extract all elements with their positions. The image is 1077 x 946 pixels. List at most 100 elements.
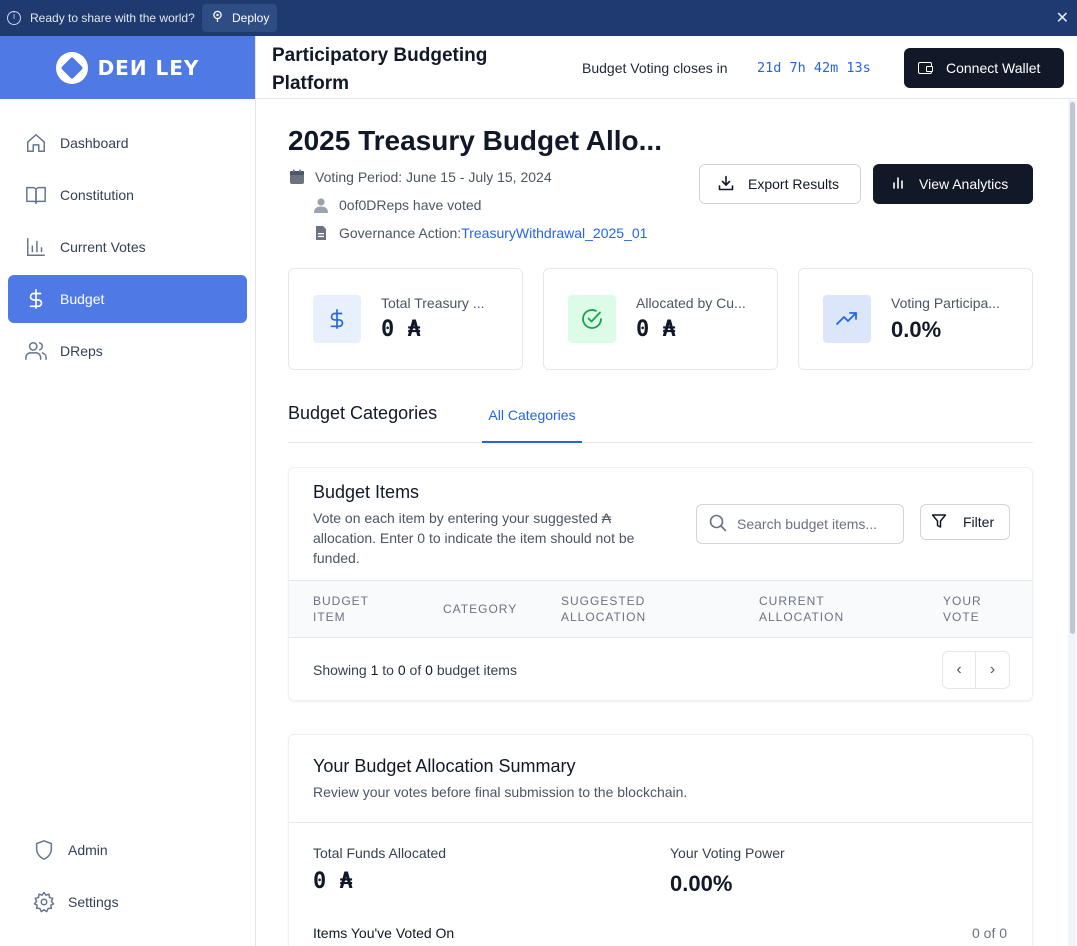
- deploy-label: Deploy: [232, 11, 270, 25]
- showing-of-word: of: [409, 662, 422, 678]
- gear-icon: [32, 890, 56, 914]
- sidebar-item-label: Dashboard: [60, 135, 129, 151]
- funds-allocated-label: Total Funds Allocated: [313, 845, 447, 861]
- column-header-category[interactable]: CATEGORY: [443, 601, 533, 617]
- showing-suffix: budget items: [436, 662, 517, 678]
- brand-logo[interactable]: DEИ LEY: [0, 36, 255, 99]
- document-icon: [313, 225, 329, 241]
- filter-icon: [931, 513, 963, 532]
- column-header-budget-item[interactable]: BUDGET ITEM: [313, 593, 393, 625]
- info-icon: i: [7, 11, 21, 25]
- showing-to: 0: [397, 662, 406, 678]
- pagination-controls: ‹ ›: [942, 651, 1010, 689]
- items-voted-label: Items You've Voted On: [313, 925, 455, 941]
- deploy-button[interactable]: Deploy: [202, 4, 277, 32]
- top-header: Participatory Budgeting Platform Budget …: [256, 36, 1077, 99]
- column-header-suggested-allocation[interactable]: SUGGESTED ALLOCATION: [561, 593, 671, 625]
- dreps-voted: 0of0DReps have voted: [313, 197, 481, 213]
- tab-all-categories[interactable]: All Categories: [482, 397, 582, 443]
- sidebar-item-constitution[interactable]: Constitution: [8, 171, 247, 219]
- calendar-icon: [289, 169, 305, 185]
- chevron-left-icon[interactable]: ‹: [943, 652, 976, 688]
- showing-from: 1: [370, 662, 379, 678]
- stat-card-participation: Voting Participa... 0.0%: [798, 268, 1033, 370]
- export-results-label: Export Results: [748, 176, 840, 192]
- voting-countdown: 21d 7h 42m 13s: [757, 60, 871, 76]
- showing-total: 0: [425, 662, 433, 678]
- stat-value: 0 ₳: [381, 317, 421, 342]
- budget-items-title: Budget Items: [313, 482, 420, 502]
- sidebar-item-admin[interactable]: Admin: [16, 826, 247, 874]
- filter-label: Filter: [963, 514, 995, 530]
- sidebar-item-current-votes[interactable]: Current Votes: [8, 223, 247, 271]
- sidebar-item-budget[interactable]: Budget: [8, 275, 247, 323]
- pin-icon: [212, 10, 223, 26]
- close-icon[interactable]: ✕: [1056, 8, 1069, 27]
- sidebar-item-label: Admin: [68, 842, 108, 858]
- column-header-your-vote[interactable]: YOUR VOTE: [943, 593, 1003, 625]
- column-header-current-allocation[interactable]: CURRENT ALLOCATION: [759, 593, 869, 625]
- sidebar: DEИ LEY Dashboard Constitution Current V…: [0, 36, 256, 946]
- showing-prefix: Showing: [313, 662, 367, 678]
- export-results-button[interactable]: Export Results: [699, 164, 861, 204]
- stat-value: 0.0%: [891, 317, 942, 342]
- logo-text: DEИ LEY: [97, 55, 200, 80]
- check-circle-icon: [568, 295, 616, 343]
- category-tabs: Budget Categories All Categories: [288, 397, 1033, 443]
- dollar-icon: [313, 295, 361, 343]
- sidebar-bottom-nav: Admin Settings: [16, 826, 247, 930]
- voting-period-text: Voting Period: June 15 - July 15, 2024: [315, 169, 552, 185]
- sidebar-item-label: DReps: [60, 343, 103, 359]
- stat-label: Total Treasury ...: [381, 295, 485, 311]
- banner-message: Ready to share with the world?: [30, 11, 195, 25]
- sidebar-item-label: Constitution: [60, 187, 134, 203]
- table-header: BUDGET ITEM CATEGORY SUGGESTED ALLOCATIO…: [289, 580, 1032, 638]
- home-icon: [24, 131, 48, 155]
- view-analytics-label: View Analytics: [919, 176, 1009, 192]
- stat-card-total-treasury: Total Treasury ... 0 ₳: [288, 268, 523, 370]
- sidebar-item-label: Budget: [60, 291, 105, 307]
- bar-chart-icon: [24, 235, 48, 259]
- budget-categories-label: Budget Categories: [288, 403, 438, 423]
- governance-action-link[interactable]: TreasuryWithdrawal_2025_01: [461, 225, 647, 241]
- shield-icon: [32, 838, 56, 862]
- stat-label: Allocated by Cu...: [636, 295, 746, 311]
- logo-icon: [55, 51, 88, 84]
- showing-to-word: to: [382, 662, 394, 678]
- connect-wallet-label: Connect Wallet: [946, 60, 1041, 76]
- governance-action-label: Governance Action:: [339, 225, 462, 241]
- main-content: 2025 Treasury Budget Allo... Voting Peri…: [256, 99, 1066, 946]
- sidebar-item-dashboard[interactable]: Dashboard: [8, 119, 247, 167]
- user-icon: [313, 197, 329, 213]
- voting-period: Voting Period: June 15 - July 15, 2024: [289, 169, 552, 185]
- users-icon: [24, 339, 48, 363]
- divider: [289, 822, 1032, 823]
- sidebar-item-label: Current Votes: [60, 239, 146, 255]
- items-voted-value: 0 of 0: [972, 925, 1008, 941]
- analytics-icon: [891, 176, 919, 193]
- scrollbar-thumb[interactable]: [1070, 102, 1075, 634]
- voting-power-label: Your Voting Power: [670, 845, 785, 861]
- connect-wallet-button[interactable]: Connect Wallet: [904, 48, 1064, 88]
- stat-label: Voting Participa...: [891, 295, 1000, 311]
- sidebar-item-dreps[interactable]: DReps: [8, 327, 247, 375]
- search-input[interactable]: Search budget items...: [696, 504, 904, 544]
- app-title: Participatory Budgeting Platform: [272, 45, 488, 94]
- page-title: 2025 Treasury Budget Allo...: [288, 125, 662, 156]
- funds-allocated-value: 0 ₳: [313, 869, 353, 894]
- voting-power-value: 0.00%: [670, 871, 733, 896]
- filter-button[interactable]: Filter: [920, 504, 1010, 540]
- sidebar-item-settings[interactable]: Settings: [16, 878, 247, 926]
- search-placeholder: Search budget items...: [737, 516, 878, 532]
- budget-items-description: Vote on each item by entering your sugge…: [313, 510, 635, 566]
- budget-items-card: Budget Items Vote on each item by enteri…: [288, 467, 1033, 701]
- chevron-right-icon[interactable]: ›: [976, 652, 1009, 688]
- view-analytics-button[interactable]: View Analytics: [873, 164, 1033, 204]
- governance-action: Governance Action: TreasuryWithdrawal_202…: [313, 225, 647, 241]
- dollar-icon: [24, 287, 48, 311]
- stat-card-allocated: Allocated by Cu... 0 ₳: [543, 268, 778, 370]
- book-icon: [24, 183, 48, 207]
- search-icon: [709, 514, 737, 535]
- main-scrollbar[interactable]: [1068, 100, 1076, 946]
- sidebar-nav: Dashboard Constitution Current Votes Bud…: [0, 99, 255, 375]
